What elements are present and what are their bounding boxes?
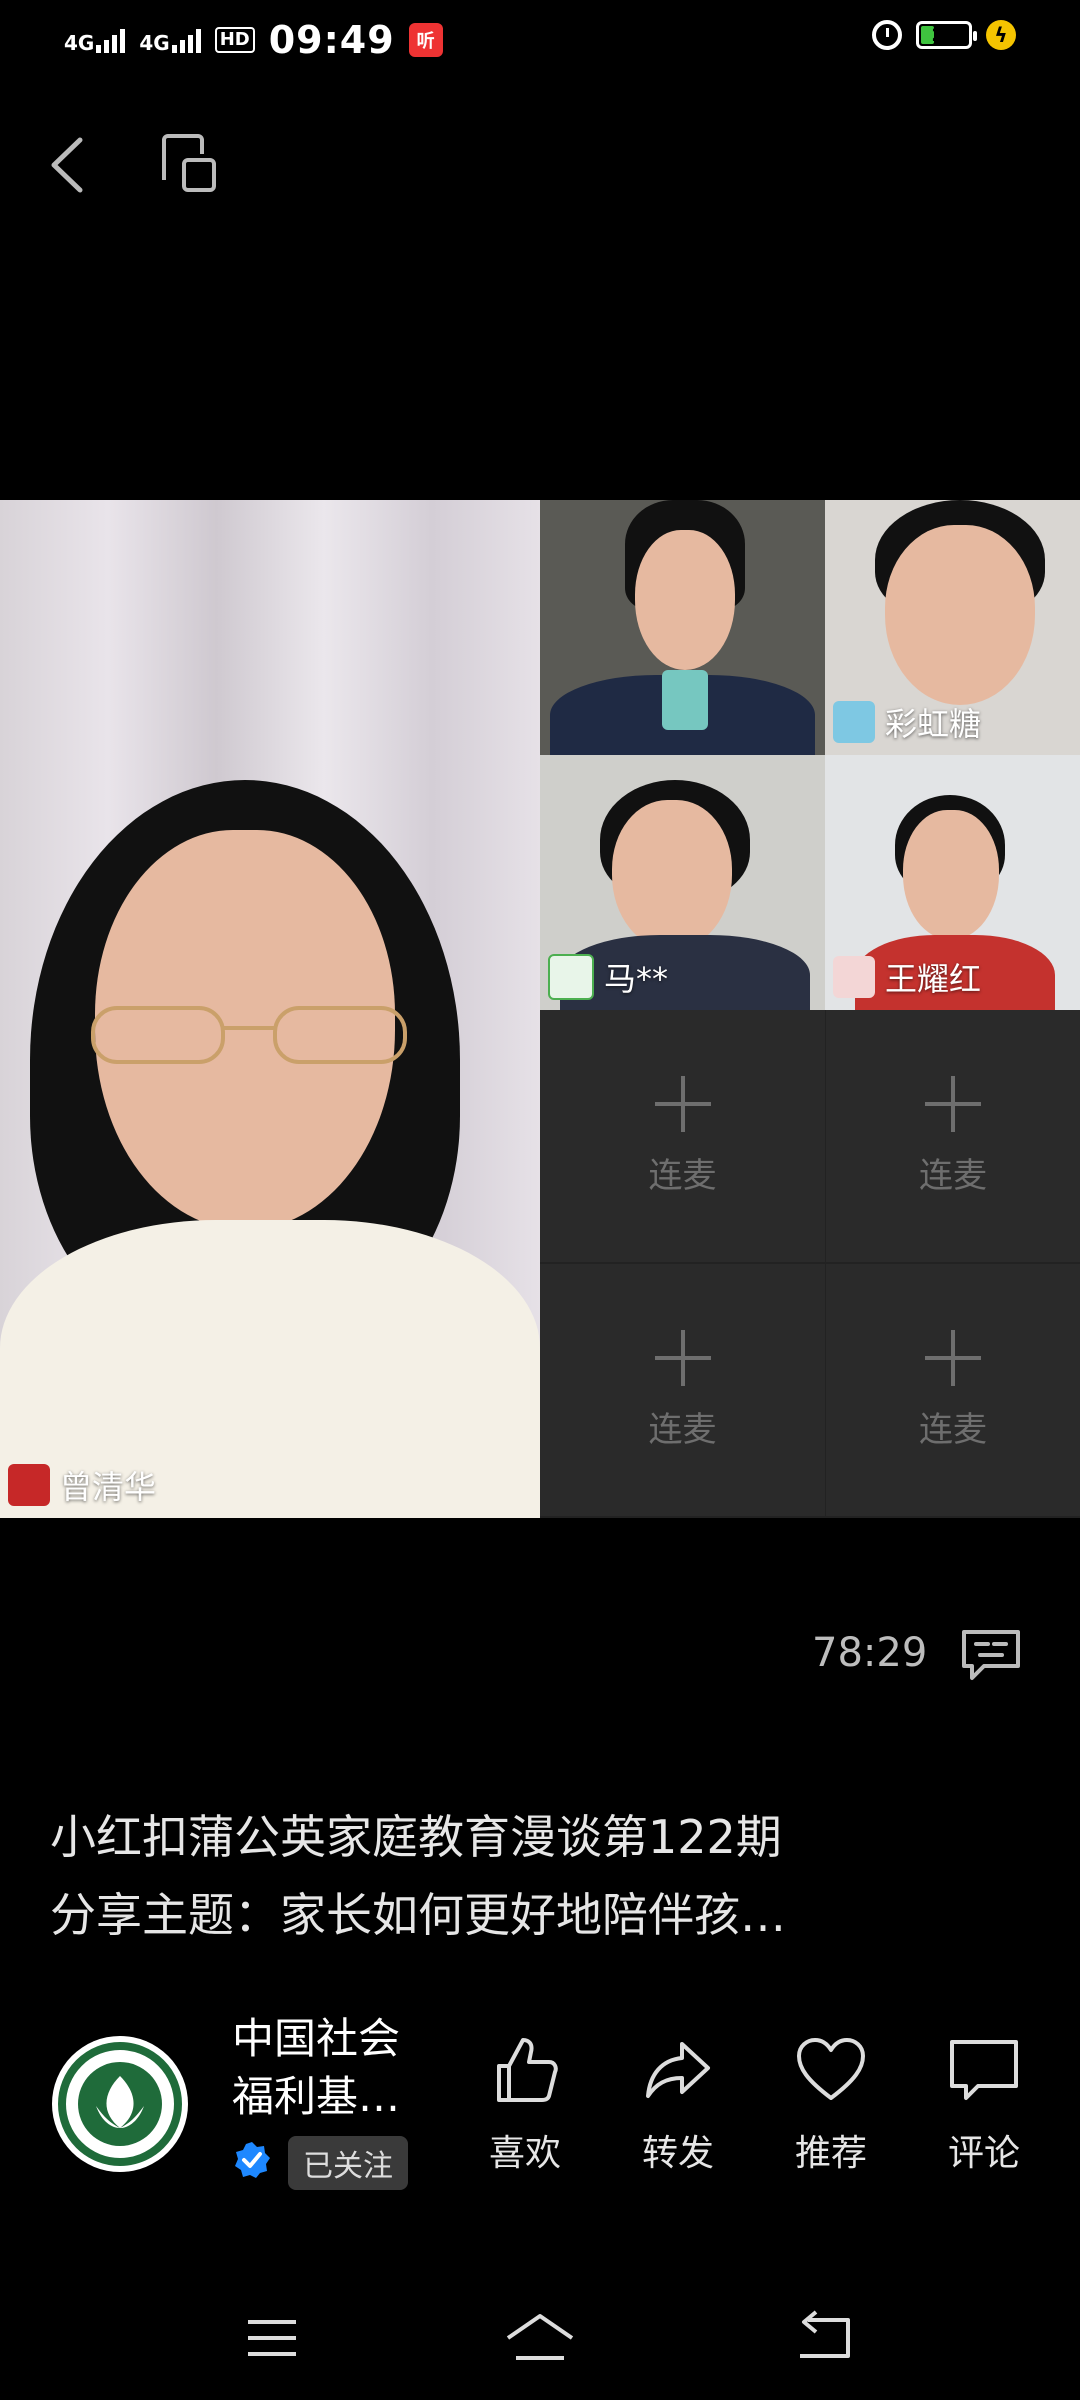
join-mic-label: 连麦 xyxy=(648,1409,717,1450)
join-mic-label: 连麦 xyxy=(648,1155,717,1196)
join-mic-slot-4[interactable]: 连麦 xyxy=(826,1264,1080,1516)
danmaku-icon[interactable] xyxy=(958,1626,1024,1682)
participant-avatar xyxy=(833,701,875,743)
scarf xyxy=(662,670,708,730)
verified-icon xyxy=(235,2142,270,2178)
status-bar: 4G 4G HD 09:49 听 29 ϟ xyxy=(0,0,1080,80)
recommend-button[interactable]: 推荐 xyxy=(771,2030,891,2176)
like-label: 喜欢 xyxy=(488,2133,561,2174)
participant-tile-2[interactable]: 彩虹糖 xyxy=(825,500,1080,755)
signal-1-icon: 4G xyxy=(64,27,126,53)
follow-button[interactable]: 已关注 xyxy=(288,2136,408,2190)
app-notification-icon: 听 xyxy=(408,23,443,57)
video-duration: 78:29 xyxy=(812,1630,928,1676)
signal-2-icon: 4G xyxy=(139,27,201,53)
alarm-icon xyxy=(872,20,902,50)
main-speaker-label: 曾清华 xyxy=(8,1462,156,1508)
home-icon[interactable] xyxy=(504,2310,576,2366)
back-nav-icon[interactable] xyxy=(794,2310,856,2366)
share-button[interactable]: 转发 xyxy=(618,2030,738,2176)
title-line-2: 分享主题：家长如何更好地陪伴孩… xyxy=(50,1888,786,1942)
participant-label-3: 马** xyxy=(548,954,668,1000)
participant-avatar xyxy=(548,954,594,1000)
plus-icon xyxy=(925,1075,981,1132)
menu-icon[interactable] xyxy=(244,2310,300,2366)
title-line-1: 小红扣蒲公英家庭教育漫谈第122期 xyxy=(50,1810,782,1864)
main-speaker-avatar xyxy=(8,1464,50,1506)
share-icon xyxy=(646,2042,710,2098)
author-name[interactable]: 中国社会 福利基… xyxy=(232,2010,432,2126)
participant-face xyxy=(635,530,735,670)
join-mic-label: 连麦 xyxy=(919,1155,987,1196)
live-video-area[interactable]: 曾清华 彩虹糖 马** 王耀红 连麦 连麦 连麦 连麦 xyxy=(0,500,1080,1518)
share-label: 转发 xyxy=(641,2133,714,2174)
join-mic-label: 连麦 xyxy=(919,1409,987,1450)
charging-icon: ϟ xyxy=(986,20,1016,50)
plus-icon xyxy=(654,1075,711,1132)
battery-level: 29 xyxy=(931,24,957,46)
join-mic-slot-1[interactable]: 连麦 xyxy=(540,1010,825,1262)
participant-name: 彩虹糖 xyxy=(885,705,982,743)
author-name-line-2: 福利基… xyxy=(232,2072,401,2121)
join-mic-slot-2[interactable]: 连麦 xyxy=(826,1010,1080,1262)
glasses xyxy=(91,1006,407,1064)
picture-in-picture-icon[interactable] xyxy=(158,132,220,196)
participant-face xyxy=(903,810,999,940)
battery-icon: 29 xyxy=(916,21,977,49)
participant-tile-4[interactable]: 王耀红 xyxy=(825,755,1080,1010)
plus-icon xyxy=(925,1329,981,1386)
participant-tile-1[interactable] xyxy=(540,500,825,755)
plus-icon xyxy=(654,1329,711,1386)
main-speaker-tile[interactable]: 曾清华 xyxy=(0,500,540,1518)
clock: 09:49 xyxy=(268,18,395,62)
join-mic-slot-3[interactable]: 连麦 xyxy=(540,1264,825,1516)
participant-name: 王耀红 xyxy=(885,960,982,998)
video-title[interactable]: 小红扣蒲公英家庭教育漫谈第122期 分享主题：家长如何更好地陪伴孩… xyxy=(50,1798,1030,1954)
heart-icon xyxy=(797,2038,865,2100)
thumbs-up-icon xyxy=(497,2038,558,2102)
back-icon[interactable] xyxy=(38,130,98,200)
author-logo[interactable] xyxy=(52,2036,188,2172)
comment-icon xyxy=(950,2040,1018,2100)
participant-face xyxy=(612,800,732,950)
participant-tile-3[interactable]: 马** xyxy=(540,755,825,1010)
main-speaker-name: 曾清华 xyxy=(60,1468,157,1506)
author-name-line-1: 中国社会 xyxy=(232,2014,401,2063)
like-button[interactable]: 喜欢 xyxy=(465,2030,585,2176)
participant-face xyxy=(885,525,1035,705)
participant-label-4: 王耀红 xyxy=(833,954,981,1000)
comment-label: 评论 xyxy=(947,2133,1020,2174)
comment-button[interactable]: 评论 xyxy=(924,2030,1044,2176)
hd-voice-icon: HD xyxy=(214,27,255,53)
participant-label-2: 彩虹糖 xyxy=(833,699,981,745)
participant-avatar xyxy=(833,956,875,998)
participant-name: 马** xyxy=(604,960,669,998)
recommend-label: 推荐 xyxy=(794,2133,867,2174)
